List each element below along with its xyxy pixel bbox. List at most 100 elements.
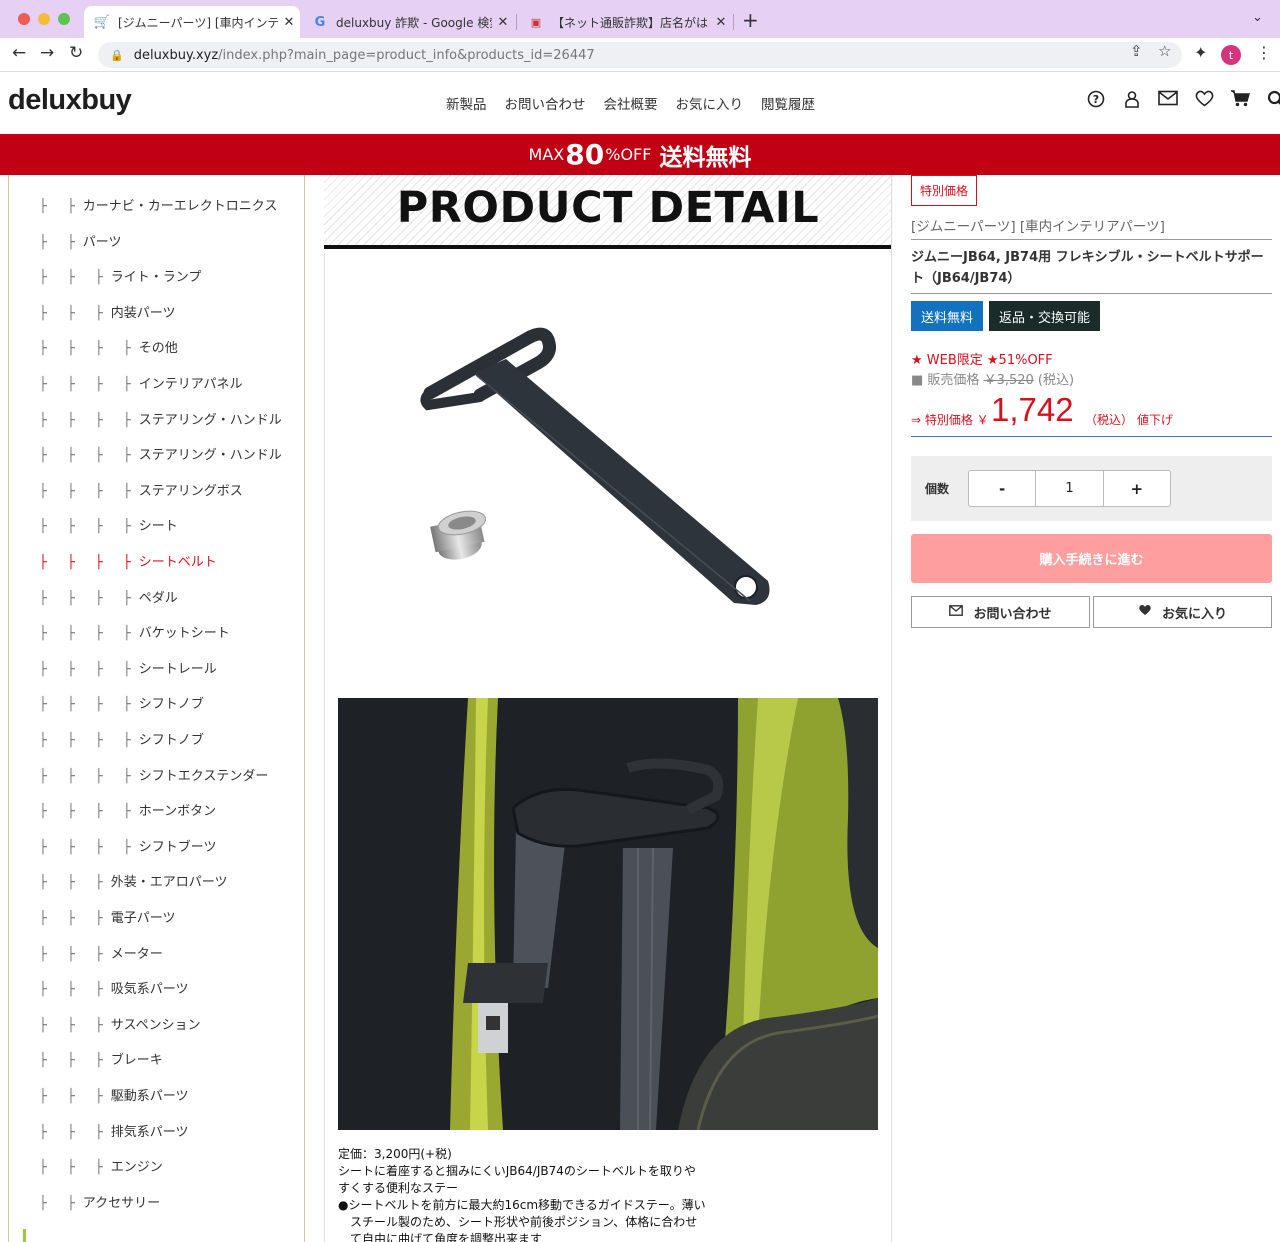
sidebar-category-item[interactable]: ├ ├ ├ ├ホーンボタン (39, 800, 216, 819)
sidebar-category-item[interactable]: ├ ├ ├メーター (39, 943, 163, 962)
tree-marker: ├ ├ ├ ├ (39, 448, 139, 464)
desc-line: 定価：3,200円(+税) (338, 1147, 452, 1161)
sidebar-category-item[interactable]: ├ ├ ├ ├バケットシート (39, 622, 230, 641)
sidebar-category-item[interactable]: ├ ├ ├ ├その他 (39, 337, 178, 356)
sidebar-category-item[interactable]: ├ ├ ├外装・エアロパーツ (39, 871, 228, 890)
tree-marker: ├ ├ ├ ├ (39, 590, 139, 606)
address-bar[interactable]: 🔒 deluxbuy.xyz/index.php?main_page=produ… (98, 42, 1182, 68)
tree-marker: ├ ├ ├ (39, 875, 111, 891)
sidebar-category-item[interactable]: ├ ├ ├ ├シート (39, 515, 178, 534)
browser-tab-active[interactable]: 🛒 [ジムニーパーツ] [車内インテリア ✕ (84, 6, 300, 38)
back-icon[interactable]: ← (12, 43, 26, 63)
column-border (324, 253, 325, 1242)
checkout-button[interactable]: 購入手続きに進む (911, 534, 1272, 583)
reload-icon[interactable]: ↻ (69, 43, 83, 63)
favorite-button-label: お気に入り (1161, 606, 1227, 622)
sidebar-category-item[interactable]: ├ ├カーナビ・カーエレクトロニクス (39, 195, 277, 214)
cart-icon[interactable] (1222, 90, 1258, 113)
url-domain: deluxbuy.xyz (133, 47, 219, 63)
forward-icon[interactable]: → (40, 43, 54, 63)
sidebar-category-item[interactable]: ├ ├ ├吸気系パーツ (39, 978, 189, 997)
tab-title: 【ネット通販詐欺】店名がはっきり (552, 15, 710, 30)
special-price-tag: 特別価格 (911, 175, 978, 206)
category-label: シート (138, 519, 178, 535)
sidebar-category-item[interactable]: ├ ├パーツ (39, 231, 122, 250)
search-icon[interactable] (1258, 90, 1280, 113)
profile-avatar[interactable]: t (1221, 45, 1241, 65)
site-logo[interactable]: deluxbuy (8, 84, 132, 117)
sidebar-category-item[interactable]: ├ ├ ├ ├ステアリングボス (39, 480, 243, 499)
sidebar-category-item[interactable]: ├ ├ ├ ├ペダル (39, 587, 178, 606)
product-detail-heading: PRODUCT DETAIL (396, 183, 820, 233)
share-icon[interactable]: ⇪ (1130, 42, 1143, 60)
special-price-value: 1,742 (991, 391, 1074, 428)
special-price-row: ⇒ 特別価格 ￥ 1,742 （税込） 値下げ (911, 391, 1272, 437)
desc-line: シートに着座すると掴みにくいJB64/JB74のシートベルトを取りや (338, 1164, 696, 1178)
browser-tab[interactable]: ▣ 【ネット通販詐欺】店名がはっきり ✕ (518, 6, 732, 38)
nav-history[interactable]: 閲覧履歴 (761, 93, 815, 113)
sidebar-category-item[interactable]: ├ ├ ├ ├シフトエクステンダー (39, 765, 268, 784)
sidebar-category-item[interactable]: ├ ├ ├排気系パーツ (39, 1121, 189, 1140)
quantity-increment-button[interactable]: + (1102, 471, 1170, 506)
quantity-input[interactable]: 1 (1036, 471, 1102, 506)
category-label: 内装パーツ (110, 305, 176, 321)
sidebar-category-item[interactable]: ├ ├ ├ ├ステアリング・ハンドル (39, 444, 282, 463)
chevron-down-icon[interactable]: ⌄ (1252, 10, 1263, 25)
browser-tab-bar: 🛒 [ジムニーパーツ] [車内インテリア ✕ G deluxbuy 詐欺 - G… (0, 0, 1280, 38)
divider (911, 239, 1272, 240)
cart-icon: 🛒 (93, 14, 111, 30)
web-only-discount: ★ WEB限定 ★51%OFF (911, 353, 1053, 368)
sidebar-category-item[interactable]: ├ ├ ├エンジン (39, 1156, 163, 1175)
category-label: ステアリング・ハンドル (138, 412, 282, 428)
extensions-icon[interactable]: ✦ (1194, 43, 1207, 62)
mail-icon[interactable] (1150, 90, 1186, 113)
close-window-button[interactable] (18, 13, 30, 25)
sidebar-category-item[interactable]: ├ ├ ├ライト・ランプ (39, 266, 201, 285)
promo-banner[interactable]: MAX 80 %OFF 送料無料 (0, 134, 1280, 175)
close-tab-icon[interactable]: ✕ (278, 15, 300, 30)
more-menu-icon[interactable]: ⋮ (1256, 43, 1272, 62)
desc-line: すくする便利なステー (338, 1181, 459, 1195)
nav-favorites[interactable]: お気に入り (676, 93, 744, 113)
quantity-decrement-button[interactable]: - (969, 471, 1037, 506)
nav-company[interactable]: 会社概要 (604, 93, 658, 113)
special-price-label: ⇒ 特別価格 ￥ (911, 413, 989, 427)
bookmark-star-icon[interactable]: ☆ (1158, 42, 1171, 60)
category-label: シートベルト (138, 555, 217, 570)
help-icon[interactable]: ? (1078, 90, 1114, 113)
nav-new-products[interactable]: 新製品 (446, 93, 487, 113)
promo-percent: 80 (565, 138, 605, 171)
close-tab-icon[interactable]: ✕ (492, 15, 514, 30)
nav-contact[interactable]: お問い合わせ (505, 93, 586, 113)
sidebar-category-item[interactable]: ├ ├ ├ ├ステアリング・ハンドル (39, 409, 282, 428)
sidebar-category-item[interactable]: ├ ├アクセサリー (39, 1192, 160, 1211)
favorite-button[interactable]: お気に入り (1093, 596, 1272, 628)
tree-marker: ├ ├ ├ ├ (39, 412, 139, 428)
sidebar-category-item[interactable]: ├ ├ ├ ├インテリアパネル (39, 373, 242, 392)
category-label: ホーンボタン (138, 804, 217, 820)
sidebar-category-item[interactable]: ├ ├ ├サスペンション (39, 1014, 201, 1033)
browser-tab[interactable]: G deluxbuy 詐欺 - Google 検索 ✕ (302, 6, 514, 38)
breadcrumb[interactable]: [ジムニーパーツ] [車内インテリアパーツ] (911, 215, 1165, 235)
tree-marker: ├ ├ (39, 234, 83, 250)
heart-icon[interactable] (1186, 90, 1222, 113)
close-tab-icon[interactable]: ✕ (710, 15, 732, 30)
sidebar-category-item[interactable]: ├ ├ ├ ├シートベルト (39, 551, 217, 570)
special-price-tax: （税込） (1085, 413, 1134, 427)
sidebar-category-item[interactable]: ├ ├ ├内装パーツ (39, 302, 176, 321)
new-tab-icon[interactable]: + (742, 8, 759, 32)
category-label: カーナビ・カーエレクトロニクス (82, 199, 278, 214)
contact-button[interactable]: お問い合わせ (911, 596, 1090, 628)
tree-marker: ├ ├ ├ ├ (39, 733, 139, 748)
account-icon[interactable] (1114, 90, 1150, 113)
minimize-window-button[interactable] (38, 13, 50, 25)
sidebar-category-item[interactable]: ├ ├ ├ ├シフトブーツ (39, 836, 216, 855)
sidebar-category-item[interactable]: ├ ├ ├ブレーキ (39, 1049, 163, 1068)
sidebar-category-item[interactable]: ├ ├ ├ ├シフトノブ (39, 729, 204, 748)
category-label: インテリアパネル (138, 377, 243, 392)
sidebar-category-item[interactable]: ├ ├ ├電子パーツ (39, 907, 176, 926)
sidebar-category-item[interactable]: ├ ├ ├ ├シートレール (39, 658, 217, 677)
maximize-window-button[interactable] (58, 13, 70, 25)
sidebar-category-item[interactable]: ├ ├ ├駆動系パーツ (39, 1085, 189, 1104)
sidebar-category-item[interactable]: ├ ├ ├ ├シフトノブ (39, 693, 204, 712)
